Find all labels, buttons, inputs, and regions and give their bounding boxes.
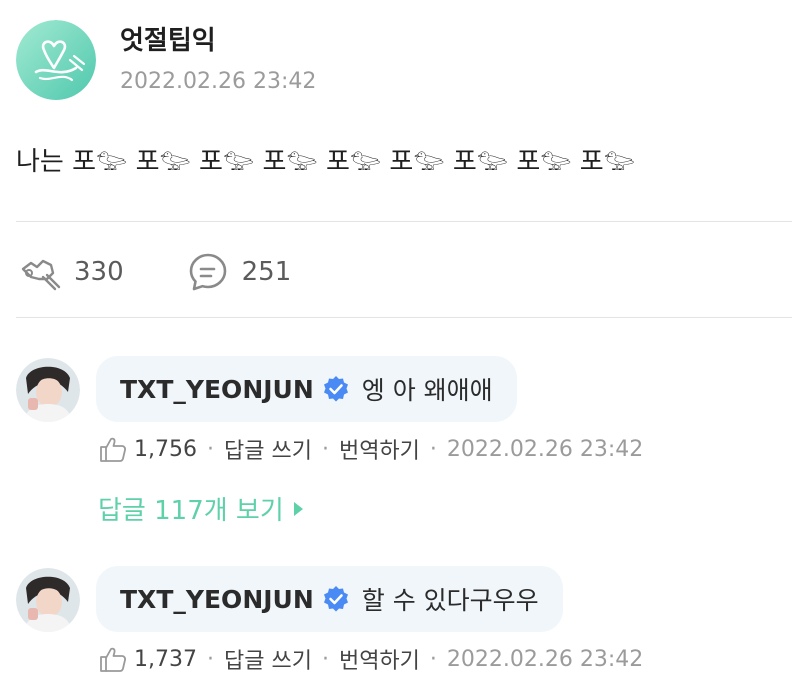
comment-footer: 1,737 · 답글 쓰기 · 번역하기 · 2022.02.26 23:42 xyxy=(98,644,643,674)
cheer-button[interactable]: 330 xyxy=(16,248,124,296)
thumbs-up-icon xyxy=(100,647,126,672)
like-button[interactable]: 1,756 xyxy=(98,435,197,463)
user-avatar-image xyxy=(16,358,80,422)
user-avatar[interactable] xyxy=(16,358,80,422)
separator-dot: · xyxy=(321,646,329,672)
verified-badge-icon xyxy=(323,586,348,612)
comment-text: 할 수 있다구우우 xyxy=(361,586,539,615)
cheer-hand-icon xyxy=(16,248,64,296)
verified-badge-icon xyxy=(323,376,348,402)
comment-bubble: TXT_YEONJUN 엥 아 왜애애 xyxy=(96,356,517,422)
post-header: 엇절팁익 2022.02.26 23:42 xyxy=(16,20,316,100)
reply-button[interactable]: 답글 쓰기 xyxy=(224,433,312,465)
triangle-right-icon xyxy=(293,501,303,516)
cheer-count: 330 xyxy=(74,257,124,287)
separator-dot: · xyxy=(321,436,329,462)
view-replies-link[interactable]: 답글 117개 보기 xyxy=(98,490,303,527)
divider xyxy=(16,221,792,222)
comment-timestamp: 2022.02.26 23:42 xyxy=(446,646,644,672)
comment-button[interactable]: 251 xyxy=(184,248,292,296)
artist-heart-logo-icon xyxy=(16,20,96,100)
comment-text: 엥 아 왜애애 xyxy=(361,376,493,405)
user-avatar[interactable] xyxy=(16,568,80,632)
post-body-text: 나는 포𓅰 포𓅰 포𓅰 포𓅰 포𓅰 포𓅰 포𓅰 포𓅰 포𓅰 xyxy=(16,147,636,177)
separator-dot: · xyxy=(429,646,437,672)
translate-button[interactable]: 번역하기 xyxy=(339,643,420,675)
comment-bubble: TXT_YEONJUN 할 수 있다구우우 xyxy=(96,566,563,632)
comment-username[interactable]: TXT_YEONJUN xyxy=(120,585,314,614)
comment-footer: 1,756 · 답글 쓰기 · 번역하기 · 2022.02.26 23:42 xyxy=(98,434,643,464)
post-meta: 엇절팁익 2022.02.26 23:42 xyxy=(120,25,316,95)
separator-dot: · xyxy=(206,646,214,672)
post-actions: 330 251 xyxy=(16,248,291,296)
translate-button[interactable]: 번역하기 xyxy=(339,433,420,465)
user-avatar-image xyxy=(16,568,80,632)
post-author-name[interactable]: 엇절팁익 xyxy=(120,25,316,57)
post-timestamp: 2022.02.26 23:42 xyxy=(120,69,317,94)
view-replies-label: 답글 117개 보기 xyxy=(98,496,284,526)
reply-button[interactable]: 답글 쓰기 xyxy=(224,643,312,675)
comment-username[interactable]: TXT_YEONJUN xyxy=(120,375,314,404)
separator-dot: · xyxy=(206,436,214,462)
like-count: 1,756 xyxy=(134,436,197,462)
like-count: 1,737 xyxy=(134,646,197,672)
comment-count: 251 xyxy=(241,257,292,287)
separator-dot: · xyxy=(429,436,437,462)
like-button[interactable]: 1,737 xyxy=(98,645,197,673)
divider xyxy=(16,317,792,318)
comment-timestamp: 2022.02.26 23:42 xyxy=(446,436,644,462)
comment-bubble-icon xyxy=(184,248,232,296)
thumbs-up-icon xyxy=(100,437,126,462)
artist-avatar[interactable] xyxy=(16,20,96,100)
